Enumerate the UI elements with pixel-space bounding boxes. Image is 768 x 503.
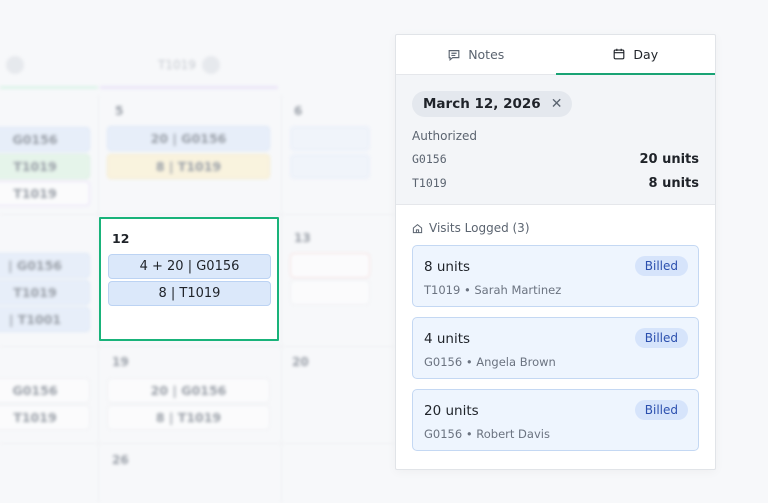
- chip-label: 4 + 20 | G0156: [139, 259, 240, 274]
- date-filter-chip: March 12, 2026 ✕: [412, 91, 573, 117]
- avatar: [201, 56, 220, 74]
- visit-details: G0156 • Angela Brown: [424, 355, 556, 369]
- chip-label: 20 | G0156: [150, 131, 227, 146]
- status-badge: Billed: [634, 328, 688, 348]
- status-badge: Billed: [634, 256, 688, 276]
- header-accent-line: [100, 86, 278, 89]
- message-icon: [448, 49, 460, 61]
- calendar-chip[interactable]: [290, 280, 370, 305]
- chip-label: 8 | T1019: [158, 286, 221, 301]
- chip-label: | G0156: [8, 258, 62, 273]
- authorized-code: T1019: [412, 176, 447, 190]
- visit-units: 4 units: [424, 331, 471, 347]
- grid-divider: [0, 214, 395, 215]
- calendar-day-number: 26: [112, 453, 129, 467]
- chip-label: T1019: [13, 410, 57, 425]
- grid-divider: [281, 95, 282, 503]
- calendar-grid: T1019 G0156 T1019 T1019 | G0156 T1019 | …: [0, 0, 395, 503]
- authorized-row: G0156 20 units: [412, 151, 699, 167]
- chip-label: G0156: [12, 383, 58, 398]
- chip-label: 8 | T1019: [155, 410, 222, 425]
- calendar-chip[interactable]: 4 + 20 | G0156: [108, 254, 271, 279]
- chip-label: T1019: [13, 285, 57, 300]
- calendar-day-number: 6: [294, 104, 303, 118]
- chip-label: T1019: [13, 159, 57, 174]
- grid-divider: [0, 443, 395, 444]
- authorized-units: 20 units: [639, 151, 699, 167]
- calendar-chip[interactable]: 20 | G0156: [107, 378, 270, 403]
- calendar-header-pill[interactable]: T1019: [158, 53, 220, 77]
- tab-label: Day: [633, 46, 659, 62]
- chip-label: 20 | G0156: [150, 383, 227, 398]
- day-detail-panel: Notes Day March 12, 2026 ✕ Authorized G0…: [395, 34, 716, 470]
- visit-card[interactable]: 4 units Billed G0156 • Angela Brown: [412, 317, 699, 379]
- calendar-chip[interactable]: G0156: [0, 378, 90, 403]
- calendar-chip[interactable]: [290, 253, 370, 278]
- home-icon: [412, 223, 423, 233]
- calendar-chip[interactable]: | T1001: [0, 307, 90, 332]
- visit-units: 20 units: [424, 403, 479, 419]
- visits-title: Visits Logged (3): [412, 221, 699, 235]
- authorized-units: 8 units: [648, 175, 700, 191]
- close-icon[interactable]: ✕: [551, 96, 563, 112]
- calendar-day-number: 20: [292, 355, 309, 369]
- status-badge: Billed: [634, 400, 688, 420]
- calendar-chip[interactable]: G0156: [0, 127, 90, 152]
- tab-notes[interactable]: Notes: [396, 35, 556, 74]
- calendar-day-number: 19: [112, 355, 129, 369]
- panel-tabs: Notes Day: [396, 35, 715, 75]
- authorized-title: Authorized: [412, 129, 478, 143]
- chip-label: G0156: [12, 132, 58, 147]
- calendar-chip[interactable]: 20 | G0156: [107, 126, 270, 151]
- authorized-code: G0156: [412, 152, 447, 166]
- calendar-header-pill[interactable]: [0, 53, 24, 77]
- calendar-chip[interactable]: T1019: [0, 405, 90, 430]
- calendar-chip[interactable]: | G0156: [0, 253, 90, 278]
- visit-details: G0156 • Robert Davis: [424, 427, 550, 441]
- visits-section: Visits Logged (3) 8 units Billed T1019 •…: [396, 205, 715, 467]
- chip-label: 8 | T1019: [155, 159, 222, 174]
- calendar-chip[interactable]: T1019: [0, 280, 90, 305]
- authorized-row: T1019 8 units: [412, 175, 699, 191]
- calendar-chip[interactable]: 8 | T1019: [108, 281, 271, 306]
- grid-divider: [0, 346, 395, 347]
- visits-title-label: Visits Logged (3): [429, 221, 530, 235]
- calendar-day-number: 5: [115, 104, 124, 118]
- calendar-chip[interactable]: T1019: [0, 181, 90, 206]
- calendar-icon: [614, 48, 625, 60]
- header-pill-label: T1019: [158, 58, 196, 72]
- visit-units: 8 units: [424, 259, 471, 275]
- header-accent-line: [0, 86, 98, 89]
- calendar-chip[interactable]: [290, 126, 370, 151]
- visit-card[interactable]: 8 units Billed T1019 • Sarah Martinez: [412, 245, 699, 307]
- visit-details: T1019 • Sarah Martinez: [424, 283, 562, 297]
- calendar-chip[interactable]: 8 | T1019: [107, 405, 270, 430]
- calendar-chip[interactable]: [290, 154, 370, 179]
- calendar-chip[interactable]: 8 | T1019: [107, 154, 270, 179]
- tab-day[interactable]: Day: [555, 35, 715, 75]
- selected-day-number: 12: [112, 231, 130, 246]
- day-summary: March 12, 2026 ✕ Authorized G0156 20 uni…: [396, 75, 715, 205]
- chip-label: | T1001: [8, 312, 62, 327]
- avatar: [6, 56, 24, 74]
- selected-day-cell[interactable]: 12 4 + 20 | G0156 8 | T1019: [99, 217, 279, 341]
- visit-card[interactable]: 20 units Billed G0156 • Robert Davis: [412, 389, 699, 451]
- date-label: March 12, 2026: [423, 96, 541, 112]
- calendar-day-number: 13: [294, 231, 311, 245]
- tab-label: Notes: [468, 47, 505, 62]
- calendar-chip[interactable]: T1019: [0, 154, 90, 179]
- chip-label: T1019: [13, 186, 57, 201]
